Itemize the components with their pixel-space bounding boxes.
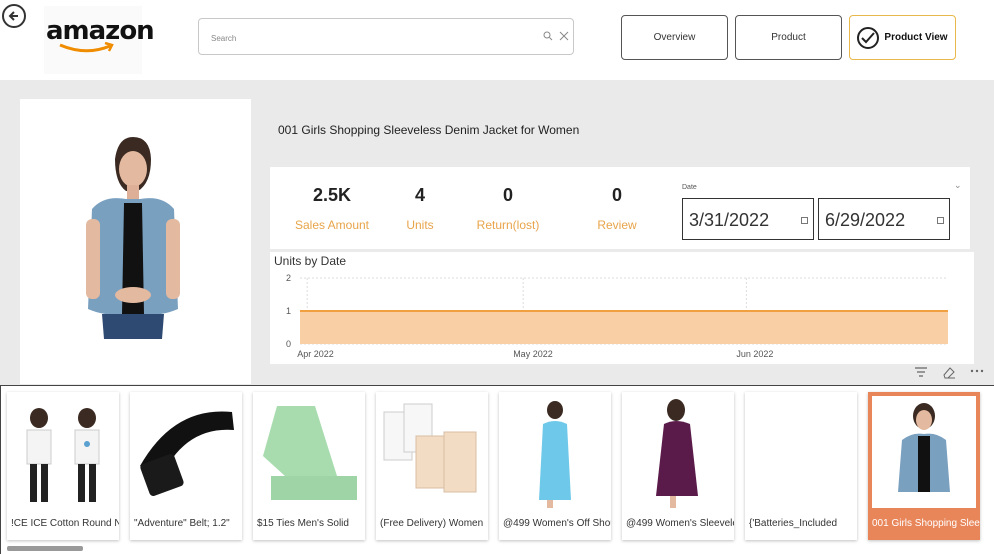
carousel-item-selected[interactable]: 001 Girls Shopping Sleeveless <box>868 392 980 540</box>
close-icon[interactable] <box>559 31 569 41</box>
bra-extender-image <box>383 403 477 493</box>
kpi-value: 0 <box>502 185 513 205</box>
kpi-label: Review <box>597 218 637 232</box>
kpi-value: 0 <box>611 185 622 205</box>
kpi-value: 4 <box>414 185 425 205</box>
arrow-left-icon <box>8 11 18 21</box>
more-options-icon[interactable] <box>970 369 984 373</box>
kpi-card: 2.5K Sales Amount 4 Units 0 Return(lost)… <box>270 167 970 249</box>
date-filter-label: Date <box>682 184 697 191</box>
carousel-item[interactable]: @499 Women's Off Shoulder <box>499 392 611 540</box>
belt-image <box>140 411 234 497</box>
carousel-item[interactable]: (Free Delivery) Women <box>376 392 488 540</box>
amazon-logo: amazon <box>44 6 155 74</box>
product-image <box>20 99 251 384</box>
kpi-value: 2.5K <box>312 185 352 205</box>
kpi-return: 0 Return(lost) <box>466 185 550 232</box>
carousel-item-label: (Free Delivery) Women <box>380 518 484 529</box>
filter-icon[interactable] <box>914 366 928 378</box>
x-tick-label: Jun 2022 <box>736 349 773 359</box>
carousel-item[interactable]: $15 Ties Men's Solid <box>253 392 365 540</box>
carousel-item-label: !CE ICE Cotton Round Neck <box>11 518 119 529</box>
y-tick-label: 0 <box>286 339 291 349</box>
calendar-icon[interactable] <box>801 217 808 224</box>
nav-overview-label: Overview <box>653 32 696 43</box>
nav-product-view-button[interactable]: Product View <box>849 15 956 60</box>
carousel-item[interactable]: !CE ICE Cotton Round Neck <box>7 392 119 540</box>
carousel-item-label: 001 Girls Shopping Sleeveless <box>872 518 980 529</box>
kpi-label: Return(lost) <box>476 218 540 232</box>
eraser-icon[interactable] <box>942 365 956 379</box>
visual-toolbar <box>910 364 990 382</box>
carousel-item[interactable]: {'Batteries_Included <box>745 392 857 540</box>
carousel-item[interactable]: @499 Women's Sleeveless <box>622 392 734 540</box>
purple-dress-image <box>656 399 698 508</box>
nav-product-button[interactable]: Product <box>735 15 842 60</box>
carousel-item-label: "Adventure" Belt; 1.2" <box>134 518 230 529</box>
search-input[interactable]: Search <box>198 18 574 55</box>
search-icon[interactable] <box>543 31 553 41</box>
nav-product-view-label: Product View <box>884 32 948 43</box>
denim-jacket-image <box>872 396 976 508</box>
search-placeholder: Search <box>211 34 237 43</box>
tie-image <box>263 406 357 500</box>
carousel-item-label: @499 Women's Off Shoulder <box>503 518 611 529</box>
blue-dress-image <box>539 401 571 508</box>
model-denim-jacket-image <box>86 137 180 339</box>
product-carousel: !CE ICE Cotton Round Neck "Adventure" Be… <box>0 385 994 554</box>
girls-tshirt-image <box>26 408 100 502</box>
horizontal-scrollbar[interactable] <box>7 546 83 551</box>
chevron-down-icon[interactable]: ⌄ <box>954 180 962 191</box>
series-area <box>300 311 948 344</box>
start-date-value: 3/31/2022 <box>689 210 770 230</box>
nav-product-label: Product <box>771 32 806 43</box>
kpi-label: Sales Amount <box>294 218 370 232</box>
chart-plot: 0 1 2 Apr 2022 May 2022 Jun 2022 <box>286 273 948 359</box>
kpi-review: 0 Review <box>580 185 654 232</box>
kpi-sales-amount: 2.5K Sales Amount <box>284 185 380 232</box>
back-button[interactable] <box>2 4 26 28</box>
end-date-value: 6/29/2022 <box>825 210 906 230</box>
header-bar: amazon Search Overview Product Product V… <box>0 0 994 80</box>
carousel-item[interactable]: "Adventure" Belt; 1.2" <box>130 392 242 540</box>
calendar-icon[interactable] <box>937 217 944 224</box>
nav-overview-button[interactable]: Overview <box>621 15 728 60</box>
kpi-label: Units <box>406 218 434 232</box>
y-tick-label: 2 <box>286 273 291 283</box>
y-tick-label: 1 <box>286 306 291 316</box>
carousel-item-label: $15 Ties Men's Solid <box>257 518 349 529</box>
checkmark-icon <box>857 26 880 49</box>
carousel-item-label: {'Batteries_Included <box>749 518 838 529</box>
logo-smile-icon <box>59 42 114 53</box>
x-tick-label: Apr 2022 <box>297 349 334 359</box>
start-date-input[interactable]: 3/31/2022 <box>682 198 814 240</box>
kpi-units: 4 Units <box>390 185 450 232</box>
end-date-input[interactable]: 6/29/2022 <box>818 198 950 240</box>
product-title: 001 Girls Shopping Sleeveless Denim Jack… <box>278 123 580 137</box>
carousel-item-label: @499 Women's Sleeveless <box>626 518 734 529</box>
units-by-date-chart: Units by Date 0 1 2 Apr 2022 May 2022 Jun 202… <box>270 252 974 364</box>
x-tick-label: May 2022 <box>513 349 553 359</box>
